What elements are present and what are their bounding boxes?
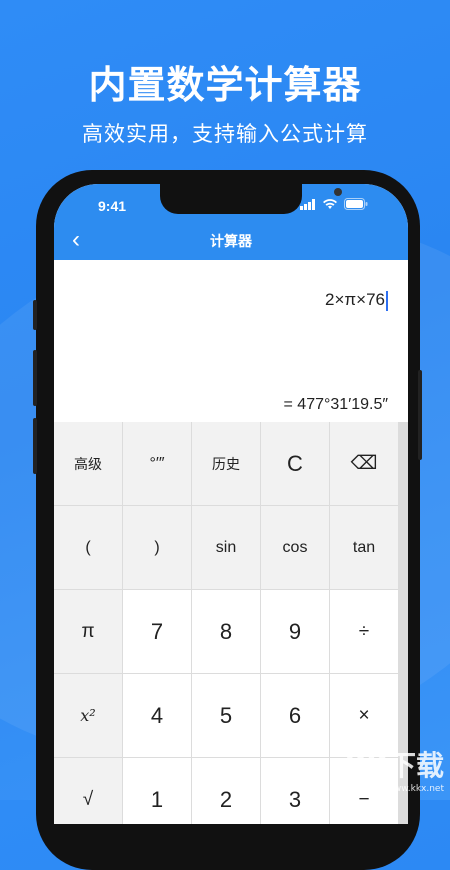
key-2[interactable]: 2: [192, 758, 260, 824]
key-tan[interactable]: tan: [330, 506, 398, 589]
key-cos[interactable]: cos: [261, 506, 329, 589]
key-open-paren[interactable]: (: [54, 506, 122, 589]
watermark-logo: KK下载 www.kkx.net: [345, 744, 444, 794]
signal-icon: [300, 198, 315, 210]
backspace-icon[interactable]: ⌫: [330, 422, 398, 505]
key-6[interactable]: 6: [261, 674, 329, 757]
phone-power-button: [418, 370, 422, 460]
key-4[interactable]: 4: [123, 674, 191, 757]
watermark-text: KK下载: [344, 749, 444, 782]
key-square[interactable]: x²: [54, 674, 122, 757]
status-icons: [300, 198, 368, 210]
key-8[interactable]: 8: [192, 590, 260, 673]
status-time: 9:41: [98, 198, 127, 214]
key-sin[interactable]: sin: [192, 506, 260, 589]
page-title: 计算器: [210, 233, 252, 249]
camera-icon: [334, 188, 342, 196]
key-divide[interactable]: ÷: [330, 590, 398, 673]
wifi-icon: [323, 199, 337, 209]
key-1[interactable]: 1: [123, 758, 191, 824]
key-pi[interactable]: π: [54, 590, 122, 673]
watermark-url: www.kkx.net: [386, 784, 445, 794]
key-3[interactable]: 3: [261, 758, 329, 824]
result-text: = 477°31′19.5″: [283, 396, 388, 413]
app-screen: 9:41 ‹ 计算器 2×π×76 = 477°31′19.5″ 高级 °′″ …: [54, 184, 408, 824]
phone-volume-up: [33, 350, 37, 406]
key-clear[interactable]: C: [261, 422, 329, 505]
key-history[interactable]: 历史: [192, 422, 260, 505]
phone-volume-down: [33, 418, 37, 474]
key-9[interactable]: 9: [261, 590, 329, 673]
calculator-display[interactable]: 2×π×76 = 477°31′19.5″: [54, 260, 408, 422]
key-5[interactable]: 5: [192, 674, 260, 757]
key-dms[interactable]: °′″: [123, 422, 191, 505]
key-close-paren[interactable]: ): [123, 506, 191, 589]
key-7[interactable]: 7: [123, 590, 191, 673]
phone-notch: [160, 184, 342, 214]
promo-headline: 内置数学计算器: [88, 63, 362, 107]
app-header: 9:41 ‹ 计算器: [54, 184, 408, 260]
battery-icon: [344, 198, 368, 210]
key-sqrt[interactable]: √: [54, 758, 122, 824]
expression-input[interactable]: 2×π×76: [325, 290, 388, 311]
text-caret: [386, 290, 388, 311]
promo-subline: 高效实用，支持输入公式计算: [82, 122, 368, 146]
phone-side-button: [33, 300, 37, 330]
key-advanced[interactable]: 高级: [54, 422, 122, 505]
expression-text: 2×π×76: [325, 290, 385, 309]
